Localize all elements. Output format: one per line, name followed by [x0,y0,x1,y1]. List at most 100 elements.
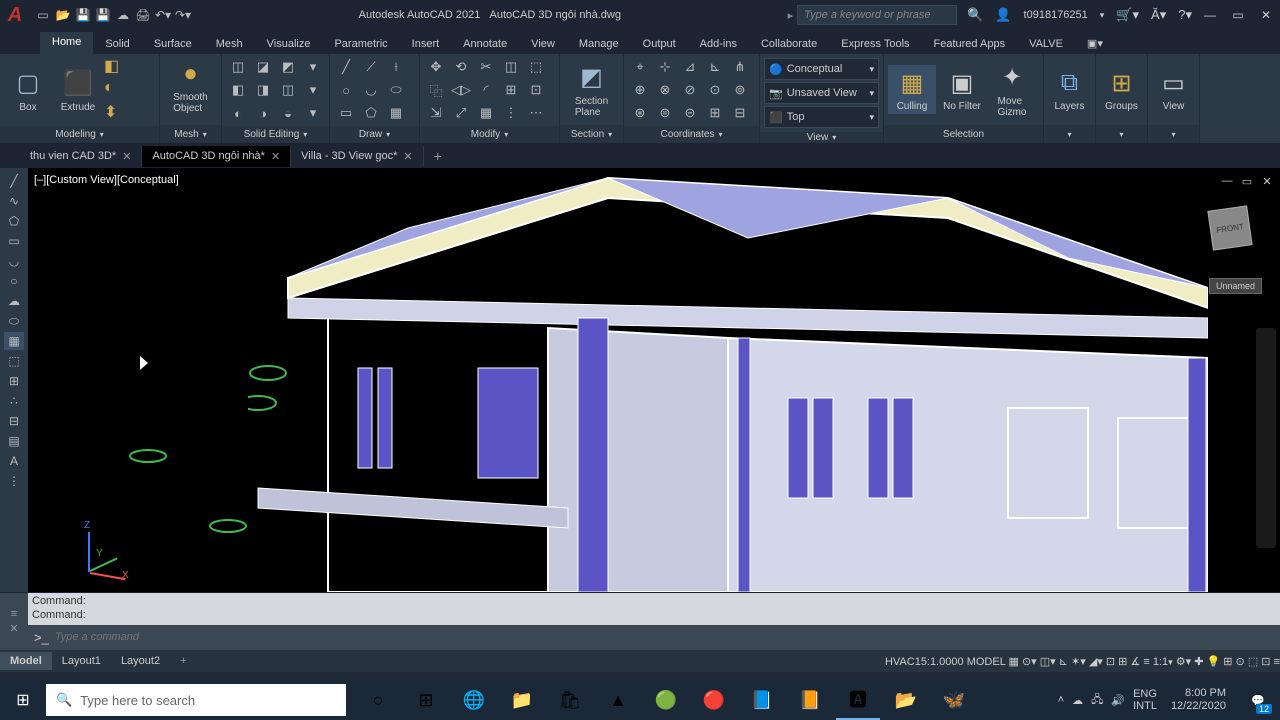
word-icon[interactable]: 📘 [740,680,784,720]
app-switch-icon[interactable]: Ă▾ [1151,7,1166,23]
panel-solidedit-label[interactable]: Solid Editing▾ [222,126,329,143]
tool-insert-icon[interactable]: ⊞ [4,372,24,390]
cmd-recent-icon[interactable]: ≡ [11,608,17,620]
app-logo[interactable]: A [0,0,30,30]
circle-icon[interactable]: ○ [334,79,358,101]
search-input[interactable]: Type a keyword or phrase [797,5,957,25]
panel-coords-label[interactable]: Coordinates▾ [624,126,759,143]
c-icon[interactable]: ⊜ [653,102,677,124]
layers-button[interactable]: ⧉Layers [1048,65,1091,114]
close-tab-icon[interactable]: ✕ [403,150,412,163]
tool-point-icon[interactable]: ∴ [4,392,24,410]
tool-revcloud-icon[interactable]: ☁ [4,292,24,310]
infer-icon[interactable]: ◫▾ [1040,656,1056,668]
tab-express[interactable]: Express Tools [829,34,921,54]
m-icon[interactable]: ⋮ [499,102,523,124]
c-icon[interactable]: ⊞ [703,102,727,124]
tool-table-icon[interactable]: ⊟ [4,412,24,430]
qat-saveas-icon[interactable]: 💾 [94,6,112,24]
tab-manage[interactable]: Manage [567,34,631,54]
revolve-icon[interactable]: ◐ [104,79,126,101]
view-scale[interactable]: 1:1 [1153,656,1168,668]
line-icon[interactable]: ╱ [334,56,358,78]
qat-redo-icon[interactable]: ↷▾ [174,6,192,24]
search-icon[interactable]: 🔍 [967,7,983,23]
file-tab-0[interactable]: thu vien CAD 3D*✕ [20,146,142,167]
tab-visualize[interactable]: Visualize [255,34,323,54]
tool-text-icon[interactable]: A [4,452,24,470]
m-icon[interactable]: ⬚ [524,56,548,78]
vis-icon[interactable]: 💡 [1207,656,1221,668]
grid-icon[interactable]: ▦ [1008,656,1018,668]
se-icon[interactable]: ◐ [226,102,250,124]
tool-block-icon[interactable]: ⬚ [4,352,24,370]
qat-web-icon[interactable]: ☁ [114,6,132,24]
se-icon[interactable]: ◨ [251,79,275,101]
app2-icon[interactable]: 🦋 [932,680,976,720]
c-icon[interactable]: ⊗ [653,79,677,101]
tool-spline-icon[interactable]: ∿ [4,192,24,210]
minimize-button[interactable]: — [1196,0,1224,30]
ppt-icon[interactable]: 📙 [788,680,832,720]
vp-close-icon[interactable]: ✕ [1260,174,1274,188]
trim-icon[interactable]: ✂ [474,56,498,78]
m-icon[interactable]: ⊡ [524,79,548,101]
vp-icon[interactable]: ⊞ [1223,656,1232,668]
panel-layers-dd[interactable]: ▾ [1044,125,1095,143]
tab-view[interactable]: View [519,34,567,54]
tab-extra-icon[interactable]: ▣▾ [1075,33,1115,54]
scale-icon[interactable]: ⤢ [449,102,473,124]
iso-icon[interactable]: ◢▾ [1089,656,1103,668]
otrack-icon[interactable]: ∡ [1130,656,1140,668]
groups-button[interactable]: ⊞Groups [1100,65,1143,114]
panel-modify-label[interactable]: Modify▾ [420,126,559,143]
chrome-icon[interactable]: 🔴 [692,680,736,720]
anno-icon[interactable]: ⊙ [1236,656,1245,668]
rect-icon[interactable]: ▭ [334,102,358,124]
se-icon[interactable]: ▾ [301,102,325,124]
c-icon[interactable]: ⊛ [628,102,652,124]
tab-valve[interactable]: VALVE [1017,34,1075,54]
dim-icon[interactable]: ⟊ [384,56,408,78]
presspull-icon[interactable]: ⬍ [104,102,126,124]
folder-icon[interactable]: 📂 [884,680,928,720]
tray-net-icon[interactable]: 🖧 [1091,691,1103,710]
customize-icon[interactable]: ≡ [1274,656,1280,668]
user-icon[interactable]: 👤 [995,7,1011,23]
sel-icon[interactable]: ⬚ [1248,656,1258,668]
tab-addins[interactable]: Add-ins [688,34,749,54]
c-icon[interactable]: ⊾ [703,56,727,78]
se-icon[interactable]: ◧ [226,79,250,101]
array-icon[interactable]: ▦ [474,102,498,124]
vp-min-icon[interactable]: — [1220,174,1234,188]
layout-1[interactable]: Layout1 [52,652,111,670]
app-icon[interactable]: 🟢 [644,680,688,720]
m-icon[interactable]: ⋯ [524,102,548,124]
tool-more-icon[interactable]: ⋮ [4,472,24,490]
panel-view-label[interactable]: View▾ [760,132,883,143]
panel-mesh-label[interactable]: Mesh▾ [160,125,221,143]
edge-icon[interactable]: 🌐 [452,680,496,720]
c-icon[interactable]: ⊟ [728,102,752,124]
windows-search[interactable]: 🔍 Type here to search [46,684,346,716]
autocad-icon[interactable]: 🅰 [836,680,880,720]
ellipse-icon[interactable]: ⬭ [384,79,408,101]
tray-vol-icon[interactable]: 🔊 [1111,694,1125,707]
osnap-icon[interactable]: ⊡ [1106,656,1115,668]
c-icon[interactable]: ⊘ [678,79,702,101]
view-preset-combo[interactable]: ⬛Top▾ [764,106,879,128]
qat-new-icon[interactable]: ▭ [34,6,52,24]
qat-undo-icon[interactable]: ↶▾ [154,6,172,24]
close-tab-icon[interactable]: ✕ [271,150,280,163]
command-input[interactable] [55,631,1274,643]
qs-icon[interactable]: ⊡ [1261,656,1270,668]
clock[interactable]: 8:00 PM12/22/2020 [1165,687,1232,713]
tool-hatch-icon[interactable]: ▦ [4,332,24,350]
viewpanel-button[interactable]: ▭View [1152,65,1195,114]
snap-icon[interactable]: ⊙▾ [1022,656,1037,668]
c-icon[interactable]: ⊕ [628,79,652,101]
c-icon[interactable]: ⊚ [728,79,752,101]
file-tab-2[interactable]: Villa - 3D View goc*✕ [291,146,423,167]
user-name[interactable]: t0918176251 [1024,9,1088,21]
store-icon[interactable]: 🛍 [548,680,592,720]
